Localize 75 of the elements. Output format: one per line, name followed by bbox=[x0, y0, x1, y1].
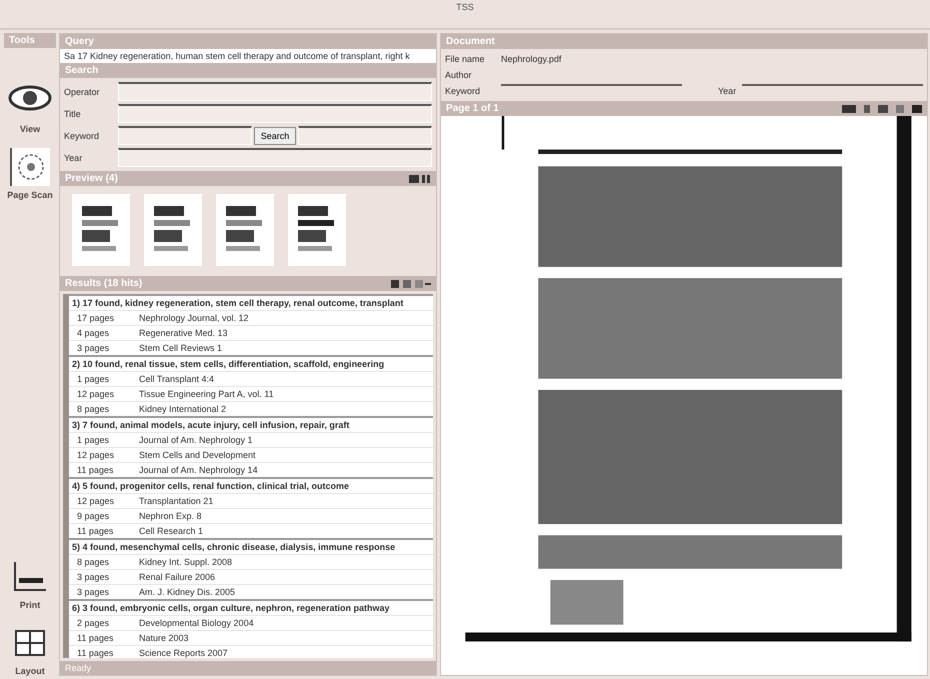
field-label: File name bbox=[445, 54, 486, 64]
result-item[interactable]: Renal Failure 2006 bbox=[139, 572, 216, 582]
result-group-title[interactable]: 2) 10 found, renal tissue, stem cells, differentiation, scaffold, engineering bbox=[69, 355, 433, 371]
page-count: 1 pages bbox=[77, 435, 110, 445]
panel-header: Search bbox=[60, 63, 436, 78]
page-count: 11 pages bbox=[77, 526, 114, 536]
page-count: 17 pages bbox=[77, 313, 116, 323]
page-count: 3 pages bbox=[77, 587, 110, 597]
panel-header: Page 1 of 1 bbox=[446, 103, 499, 114]
input-field[interactable] bbox=[298, 126, 432, 145]
panel-header: Results (18 hits) bbox=[65, 278, 142, 289]
result-item[interactable]: Nature 2003 bbox=[139, 633, 189, 643]
result-item[interactable]: Tissue Engineering Part A, vol. 11 bbox=[139, 389, 274, 399]
result-item[interactable]: Developmental Biology 2004 bbox=[139, 618, 254, 628]
result-item[interactable]: Cell Transplant 4:4 bbox=[139, 374, 214, 384]
page-count: 3 pages bbox=[77, 343, 110, 353]
panel-header: Preview (4) bbox=[65, 173, 118, 184]
query-text: Sa 17 Kidney regeneration, human stem cell therapy and outcome of transplant, right k bbox=[60, 49, 436, 63]
page-count: 2 pages bbox=[77, 618, 110, 628]
field-label: Operator bbox=[64, 86, 101, 96]
page-count: 11 pages bbox=[77, 633, 114, 643]
result-item[interactable]: Stem Cells and Development bbox=[139, 450, 256, 460]
toolbar-icon[interactable] bbox=[842, 104, 922, 114]
input-field[interactable] bbox=[118, 126, 252, 145]
tool-label: Print bbox=[20, 600, 40, 610]
result-group-title[interactable]: 6) 3 found, embryonic cells, organ culture, nephron, regeneration pathway bbox=[69, 599, 433, 615]
result-item[interactable]: Journal of Am. Nephrology 14 bbox=[139, 465, 258, 475]
page-count: 8 pages bbox=[77, 557, 110, 567]
result-item[interactable]: Cell Research 1 bbox=[139, 526, 204, 536]
page-count: 11 pages bbox=[77, 465, 114, 475]
field-label: Keyword bbox=[64, 130, 100, 140]
tool-label: Layout bbox=[15, 666, 45, 676]
field-value: Nephrology.pdf bbox=[501, 54, 562, 64]
field-label: Author bbox=[445, 70, 473, 80]
result-group-title[interactable]: 5) 4 found, mesenchymal cells, chronic disease, dialysis, immune response bbox=[69, 538, 433, 554]
disc-tool[interactable] bbox=[10, 148, 50, 186]
result-item[interactable]: Am. J. Kidney Dis. 2005 bbox=[139, 587, 236, 597]
tool-label: View bbox=[20, 124, 40, 134]
input-field[interactable] bbox=[118, 82, 432, 101]
result-item[interactable]: Stem Cell Reviews 1 bbox=[139, 343, 222, 353]
panel-header: Query bbox=[60, 34, 436, 49]
window-title: TSS bbox=[456, 1, 474, 12]
tool-label: Page Scan bbox=[7, 190, 53, 200]
field-label: Year bbox=[718, 86, 736, 96]
page-count: 3 pages bbox=[77, 572, 110, 582]
result-item[interactable]: Transplantation 21 bbox=[139, 496, 214, 506]
page-count: 12 pages bbox=[77, 389, 116, 399]
search-button[interactable]: Search bbox=[254, 126, 296, 144]
page-count: 11 pages bbox=[77, 648, 114, 658]
field-label: Keyword bbox=[445, 86, 482, 96]
page-count: 12 pages bbox=[77, 496, 116, 506]
input-field[interactable] bbox=[118, 104, 432, 123]
sidebar-header: Tools bbox=[4, 33, 56, 48]
panel-header: Document bbox=[441, 34, 928, 49]
page-count: 8 pages bbox=[77, 404, 110, 414]
result-item[interactable]: Nephron Exp. 8 bbox=[139, 511, 202, 521]
field-label: Year bbox=[64, 152, 84, 162]
page-count: 4 pages bbox=[77, 328, 110, 338]
result-group-title[interactable]: 3) 7 found, animal models, acute injury, cell infusion, repair, graft bbox=[69, 416, 433, 432]
result-group-title[interactable]: 4) 5 found, progenitor cells, renal function, clinical trial, outcome bbox=[69, 477, 433, 493]
page-count: 1 pages bbox=[77, 374, 110, 384]
result-item[interactable]: Kidney Int. Suppl. 2008 bbox=[139, 557, 232, 567]
result-item[interactable]: Journal of Am. Nephrology 1 bbox=[139, 435, 253, 445]
result-item[interactable]: Regenerative Med. 13 bbox=[139, 328, 228, 338]
input-field[interactable] bbox=[118, 148, 432, 167]
field-label: Title bbox=[64, 108, 82, 118]
view-icon[interactable] bbox=[409, 174, 431, 184]
page-count: 9 pages bbox=[77, 511, 110, 521]
result-item[interactable]: Nephrology Journal, vol. 12 bbox=[139, 313, 249, 323]
status-text: Ready bbox=[60, 661, 436, 675]
result-item[interactable]: Science Reports 2007 bbox=[139, 648, 228, 658]
result-item[interactable]: Kidney International 2 bbox=[139, 404, 226, 414]
toolbar-icon[interactable] bbox=[391, 278, 431, 288]
page-count: 12 pages bbox=[77, 450, 116, 460]
result-group-title[interactable]: 1) 17 found, kidney regeneration, stem cell therapy, renal outcome, transplant bbox=[69, 294, 433, 310]
